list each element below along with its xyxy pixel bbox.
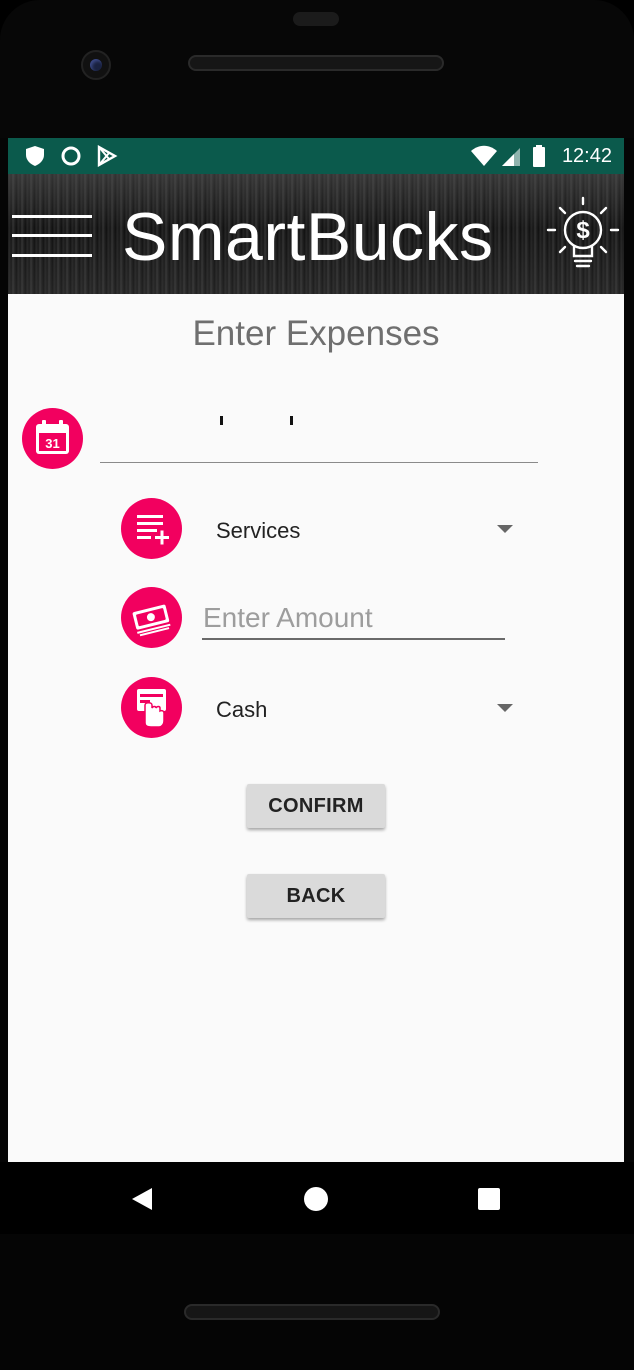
calendar-icon[interactable]: 31 [22, 408, 83, 469]
front-camera [81, 50, 111, 80]
play-store-icon [97, 145, 118, 167]
home-circle-icon[interactable] [304, 1187, 328, 1211]
sensor-pill [293, 12, 339, 26]
category-select[interactable]: Services [216, 518, 300, 544]
confirm-button[interactable]: CONFIRM [247, 784, 385, 828]
circle-icon [61, 146, 81, 166]
lightbulb-dollar-icon: $ [546, 196, 620, 268]
svg-text:31: 31 [45, 436, 59, 451]
phone-frame: 12:42 SmartBucks $ Enter Expenses 31 Ser… [0, 0, 634, 1370]
app-title: SmartBucks [122, 199, 494, 275]
card-payment-icon [121, 677, 182, 738]
back-triangle-icon[interactable] [132, 1188, 152, 1210]
hamburger-menu-icon[interactable] [12, 214, 92, 258]
status-time: 12:42 [561, 145, 612, 167]
bottom-speaker [184, 1304, 440, 1320]
earpiece-speaker [188, 55, 444, 71]
top-bezel [0, 0, 634, 138]
cash-icon [121, 587, 182, 648]
signal-icon [502, 148, 520, 166]
category-dropdown-caret-icon[interactable] [497, 525, 513, 533]
app-screen: 12:42 SmartBucks $ Enter Expenses 31 Ser… [8, 138, 624, 1162]
recents-square-icon[interactable] [478, 1188, 500, 1210]
wifi-icon [471, 145, 497, 166]
page-heading: Enter Expenses [192, 314, 440, 353]
back-button[interactable]: BACK [247, 874, 385, 918]
shield-icon [26, 146, 44, 166]
date-field-underline [100, 462, 538, 463]
list-add-icon [121, 498, 182, 559]
amount-input[interactable] [202, 598, 505, 640]
payment-dropdown-caret-icon[interactable] [497, 704, 513, 712]
payment-method-select[interactable]: Cash [216, 697, 267, 723]
status-bar: 12:42 [8, 138, 624, 174]
app-toolbar: SmartBucks $ [8, 174, 624, 294]
system-nav-bar [0, 1162, 634, 1234]
svg-text:$: $ [576, 217, 590, 244]
battery-icon [533, 145, 545, 167]
